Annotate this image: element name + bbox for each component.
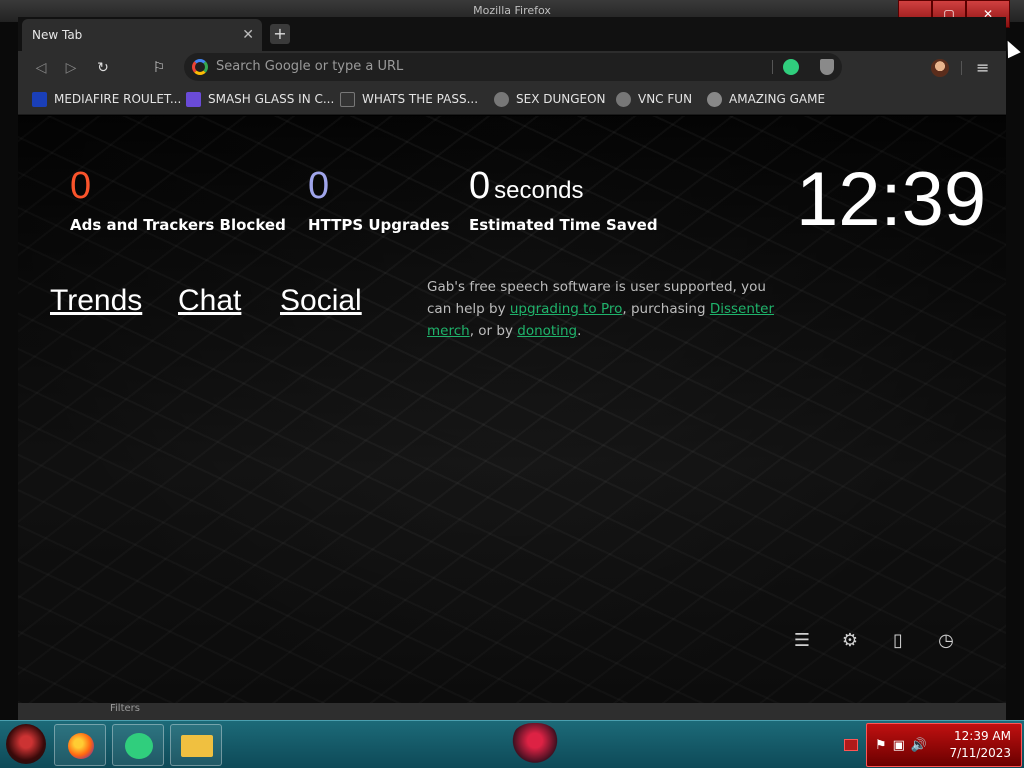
new-tab-button[interactable]: + — [270, 24, 290, 44]
profile-avatar[interactable] — [931, 59, 949, 77]
folder-icon — [181, 735, 213, 757]
tray-date: 7/11/2023 — [949, 746, 1011, 760]
https-upgrades-label: HTTPS Upgrades — [308, 216, 450, 234]
ads-blocked-label: Ads and Trackers Blocked — [70, 216, 286, 234]
bookmark-label: VNC FUN — [638, 92, 693, 106]
browser-window: New Tab ✕ + ◁ ▷ ↻ ⚐ Search Google or typ… — [18, 17, 1006, 703]
time-saved-count: 0 seconds — [469, 166, 584, 211]
bookmark-vnc-fun[interactable]: VNC FUN — [616, 85, 692, 115]
new-tab-page: 0 Ads and Trackers Blocked 0 HTTPS Upgra… — [18, 116, 1006, 703]
firefox-taskbar-button[interactable] — [54, 724, 106, 766]
firefox-icon — [68, 733, 94, 759]
tray-icons[interactable]: ⚑▣🔊 — [875, 738, 933, 753]
bookmarks-icon[interactable]: ▯ — [887, 630, 909, 652]
toolbar: ◁ ▷ ↻ ⚐ Search Google or type a URL ≡ — [18, 51, 1006, 85]
history-icon[interactable]: ◷ — [935, 630, 957, 652]
https-upgrades-count: 0 — [308, 165, 330, 207]
bookmark-label: MEDIAFIRE ROULET... — [54, 92, 182, 106]
support-text: . — [577, 323, 582, 339]
bookmark-amazing-game[interactable]: AMAZING GAME — [707, 85, 825, 115]
dungeon-icon — [494, 92, 509, 107]
customize-icon[interactable]: ☰ — [791, 630, 813, 652]
gab-extension-icon[interactable] — [783, 59, 799, 75]
bookmark-smash-glass[interactable]: SMASH GLASS IN C... — [186, 85, 334, 115]
clock: 12:39 — [796, 157, 987, 242]
bookmark-sex-dungeon[interactable]: SEX DUNGEON — [494, 85, 606, 115]
bookmark-label: SEX DUNGEON — [516, 92, 606, 106]
bookmark-label: AMAZING GAME — [729, 92, 826, 106]
alienware-logo-icon — [510, 723, 560, 767]
tab-new-tab[interactable]: New Tab ✕ — [22, 19, 262, 51]
bookmark-whats-the-pass[interactable]: WHATS THE PASS... — [340, 85, 478, 115]
time-saved-unit: seconds — [494, 177, 584, 204]
support-message: Gab's free speech software is user suppo… — [427, 276, 787, 342]
forward-icon[interactable]: ▷ — [62, 59, 80, 77]
background-window: Filters — [18, 703, 1006, 720]
gab-taskbar-button[interactable] — [112, 724, 164, 766]
social-link[interactable]: Social — [280, 284, 362, 318]
system-tray: ⚑▣🔊 12:39 AM 7/11/2023 — [866, 723, 1022, 767]
lock-icon — [340, 92, 355, 107]
tab-strip: New Tab ✕ + — [18, 17, 1006, 51]
donate-link[interactable]: donoting — [517, 323, 577, 339]
start-button[interactable] — [6, 724, 46, 764]
google-icon — [192, 59, 208, 75]
settings-icon[interactable]: ⚙ — [839, 630, 861, 652]
tab-title: New Tab — [32, 28, 83, 42]
show-desktop-icon[interactable] — [844, 739, 858, 751]
explorer-taskbar-button[interactable] — [170, 724, 222, 766]
shield-icon[interactable] — [820, 59, 834, 75]
omnibox[interactable]: Search Google or type a URL — [184, 53, 842, 81]
menu-icon[interactable]: ≡ — [976, 58, 989, 77]
upgrade-pro-link[interactable]: upgrading to Pro — [510, 301, 623, 317]
time-saved-label: Estimated Time Saved — [469, 216, 658, 234]
trends-link[interactable]: Trends — [50, 284, 142, 318]
reload-icon[interactable]: ↻ — [94, 59, 112, 77]
chat-link[interactable]: Chat — [178, 284, 241, 318]
bookmarks-bar: MEDIAFIRE ROULET... SMASH GLASS IN C... … — [18, 85, 1006, 115]
globe-icon — [707, 92, 722, 107]
taskbar: ⚑▣🔊 12:39 AM 7/11/2023 — [0, 720, 1024, 768]
vnc-icon — [616, 92, 631, 107]
ads-blocked-count: 0 — [70, 165, 92, 207]
mediafire-icon — [32, 92, 47, 107]
bookmark-label: SMASH GLASS IN C... — [208, 92, 335, 106]
support-text: , purchasing — [622, 301, 710, 317]
tab-close-icon[interactable]: ✕ — [242, 19, 254, 51]
tray-time: 12:39 AM — [954, 729, 1011, 743]
tray-clock[interactable]: 12:39 AM 7/11/2023 — [949, 728, 1011, 762]
outer-window-title-text: Mozilla Firefox — [473, 4, 551, 17]
bookmark-label: WHATS THE PASS... — [362, 92, 479, 106]
support-text: , or by — [469, 323, 518, 339]
toolbar-divider — [961, 61, 962, 75]
gab-icon — [125, 733, 153, 759]
bookmark-icon[interactable]: ⚐ — [150, 59, 168, 77]
omnibox-placeholder: Search Google or type a URL — [216, 59, 404, 74]
omnibox-divider — [772, 60, 773, 74]
time-saved-value: 0 — [469, 165, 491, 207]
glass-icon — [186, 92, 201, 107]
background-window-label: Filters — [110, 703, 140, 714]
bookmark-mediafire[interactable]: MEDIAFIRE ROULET... — [32, 85, 181, 115]
back-icon[interactable]: ◁ — [32, 59, 50, 77]
